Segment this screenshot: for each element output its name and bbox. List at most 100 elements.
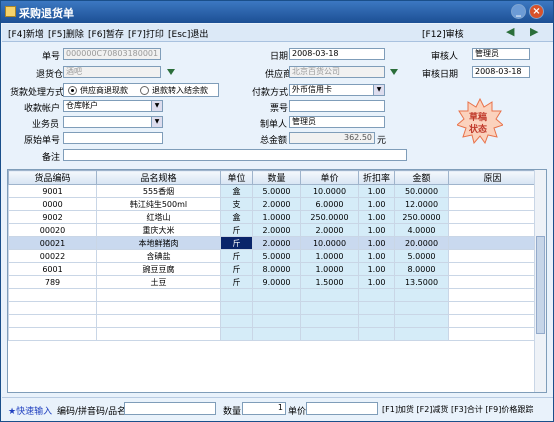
cell-price[interactable]: 6.0000 (300, 197, 359, 211)
payment-method-select[interactable]: 外币信用卡 (289, 84, 385, 96)
qty-input[interactable]: 1 (242, 402, 286, 415)
cell-amount[interactable]: 250.0000 (394, 210, 449, 224)
new-button[interactable]: [F4]新增 (8, 27, 44, 40)
cell-name[interactable]: 韩江纯生500ml (96, 197, 221, 211)
cell-qty[interactable]: 5.0000 (252, 249, 301, 263)
col-header-amount[interactable]: 金额 (394, 170, 449, 185)
cell-amount[interactable]: 5.0000 (394, 249, 449, 263)
cell-price[interactable]: 1.0000 (300, 262, 359, 276)
cell-qty[interactable]: 2.0000 (252, 236, 301, 250)
cell-reason[interactable] (448, 223, 537, 237)
cell-unit[interactable]: 斤 (220, 223, 253, 237)
cell-discount[interactable]: 1.00 (358, 197, 395, 211)
table-row[interactable]: 9002 红塔山盒 1.0000 250.0000 1.00 250.0000 (8, 210, 537, 224)
exit-button[interactable]: [Esc]退出 (168, 27, 208, 40)
doc-no-field[interactable]: 000000C70803180001 (63, 48, 161, 60)
cell-discount[interactable]: 1.00 (358, 210, 395, 224)
close-button[interactable]: × (529, 4, 544, 19)
cell-name[interactable]: 含碘盐 (96, 249, 221, 263)
cell-name[interactable]: 土豆 (96, 275, 221, 289)
cell-unit[interactable]: 斤 (220, 262, 253, 276)
reviewer-field[interactable]: 管理员 (472, 48, 530, 60)
cell-discount[interactable]: 1.00 (358, 223, 395, 237)
cell-reason[interactable] (448, 236, 537, 250)
table-row[interactable]: 0000 韩江纯生500ml 支 2.0000 6.0000 1.00 12.0000 (8, 197, 537, 211)
cell-price[interactable]: 10.0000 (300, 184, 359, 198)
cell-unit[interactable]: 盒 (220, 184, 253, 198)
cell-price[interactable]: 250.0000 (300, 210, 359, 224)
cell-code[interactable]: 00021 (8, 236, 97, 250)
salesman-select[interactable] (63, 116, 163, 128)
cell-amount[interactable]: 8.0000 (394, 262, 449, 276)
cell-reason[interactable] (448, 249, 537, 263)
orig-no-field[interactable] (63, 132, 163, 144)
cell-reason[interactable] (448, 184, 537, 198)
cell-price[interactable]: 2.0000 (300, 223, 359, 237)
cell-unit[interactable]: 支 (220, 197, 253, 211)
cell-name[interactable]: 555香烟 (96, 184, 221, 198)
cell-discount[interactable]: 1.00 (358, 262, 395, 276)
cell-unit[interactable]: 斤 (220, 236, 253, 250)
cell-code[interactable]: 9002 (8, 210, 97, 224)
supplier-field[interactable]: 北京百货公司 (289, 66, 385, 78)
cell-price[interactable]: 1.5000 (300, 275, 359, 289)
save-draft-button[interactable]: [F6]暂存 (88, 27, 124, 40)
cell-amount[interactable]: 4.0000 (394, 223, 449, 237)
prev-record-icon[interactable]: ◀ (506, 25, 514, 38)
refund-opt1-radio[interactable] (68, 86, 77, 95)
voucher-field[interactable] (289, 100, 385, 112)
cell-code[interactable]: 6001 (8, 262, 97, 276)
lookup-arrow-icon[interactable] (167, 69, 175, 75)
cell-discount[interactable]: 1.00 (358, 249, 395, 263)
col-header-code[interactable]: 货品编码 (8, 170, 97, 185)
account-select[interactable]: 仓库帐户 (63, 100, 163, 112)
table-row[interactable]: 9001 555香烟盒 5.0000 10.0000 1.00 50.0000 (8, 184, 537, 198)
review-date-field[interactable]: 2008-03-18 (472, 66, 530, 78)
refund-opt2-radio[interactable] (140, 86, 149, 95)
col-header-unit[interactable]: 单位 (220, 170, 253, 185)
cell-qty[interactable]: 9.0000 (252, 275, 301, 289)
cell-reason[interactable] (448, 210, 537, 224)
cell-unit[interactable]: 斤 (220, 275, 253, 289)
cell-qty[interactable]: 1.0000 (252, 210, 301, 224)
lookup-arrow-icon[interactable] (390, 69, 398, 75)
cell-code[interactable]: 789 (8, 275, 97, 289)
col-header-discount[interactable]: 折扣率 (358, 170, 395, 185)
cell-reason[interactable] (448, 275, 537, 289)
cell-qty[interactable]: 5.0000 (252, 184, 301, 198)
scroll-thumb[interactable] (536, 236, 545, 334)
table-row[interactable]: 00020 重庆大米斤 2.0000 2.0000 1.00 4.0000 (8, 223, 537, 237)
price-input[interactable] (306, 402, 378, 415)
cell-qty[interactable]: 2.0000 (252, 223, 301, 237)
cell-code[interactable]: 00022 (8, 249, 97, 263)
cell-name[interactable]: 重庆大米 (96, 223, 221, 237)
cell-amount[interactable]: 13.5000 (394, 275, 449, 289)
table-row[interactable]: 00021 本地鲜猪肉斤 2.0000 10.0000 1.00 20.0000 (8, 236, 537, 250)
cell-code[interactable]: 9001 (8, 184, 97, 198)
cell-amount[interactable]: 20.0000 (394, 236, 449, 250)
cell-qty[interactable]: 8.0000 (252, 262, 301, 276)
cell-name[interactable]: 红塔山 (96, 210, 221, 224)
cell-reason[interactable] (448, 262, 537, 276)
cell-discount[interactable]: 1.00 (358, 236, 395, 250)
cell-amount[interactable]: 50.0000 (394, 184, 449, 198)
table-row[interactable]: 789 土豆斤 9.0000 1.5000 1.00 13.5000 (8, 275, 537, 289)
code-input[interactable] (124, 402, 216, 415)
col-header-qty[interactable]: 数量 (252, 170, 301, 185)
review-button[interactable]: [F12]审核 (422, 27, 464, 40)
table-row[interactable]: 00022 含碘盐斤 5.0000 1.0000 1.00 5.0000 (8, 249, 537, 263)
cell-price[interactable]: 10.0000 (300, 236, 359, 250)
maker-field[interactable]: 管理员 (289, 116, 385, 128)
table-row[interactable]: 6001 豌豆豆腐斤 8.0000 1.0000 1.00 8.0000 (8, 262, 537, 276)
delete-button[interactable]: [F5]删除 (48, 27, 84, 40)
cell-price[interactable]: 1.0000 (300, 249, 359, 263)
cell-code[interactable]: 00020 (8, 223, 97, 237)
cell-qty[interactable]: 2.0000 (252, 197, 301, 211)
remark-field[interactable] (63, 149, 407, 161)
col-header-price[interactable]: 单价 (300, 170, 359, 185)
vertical-scrollbar[interactable] (534, 170, 546, 392)
cell-reason[interactable] (448, 197, 537, 211)
cell-discount[interactable]: 1.00 (358, 184, 395, 198)
date-field[interactable]: 2008-03-18 (289, 48, 385, 60)
print-button[interactable]: [F7]打印 (128, 27, 164, 40)
